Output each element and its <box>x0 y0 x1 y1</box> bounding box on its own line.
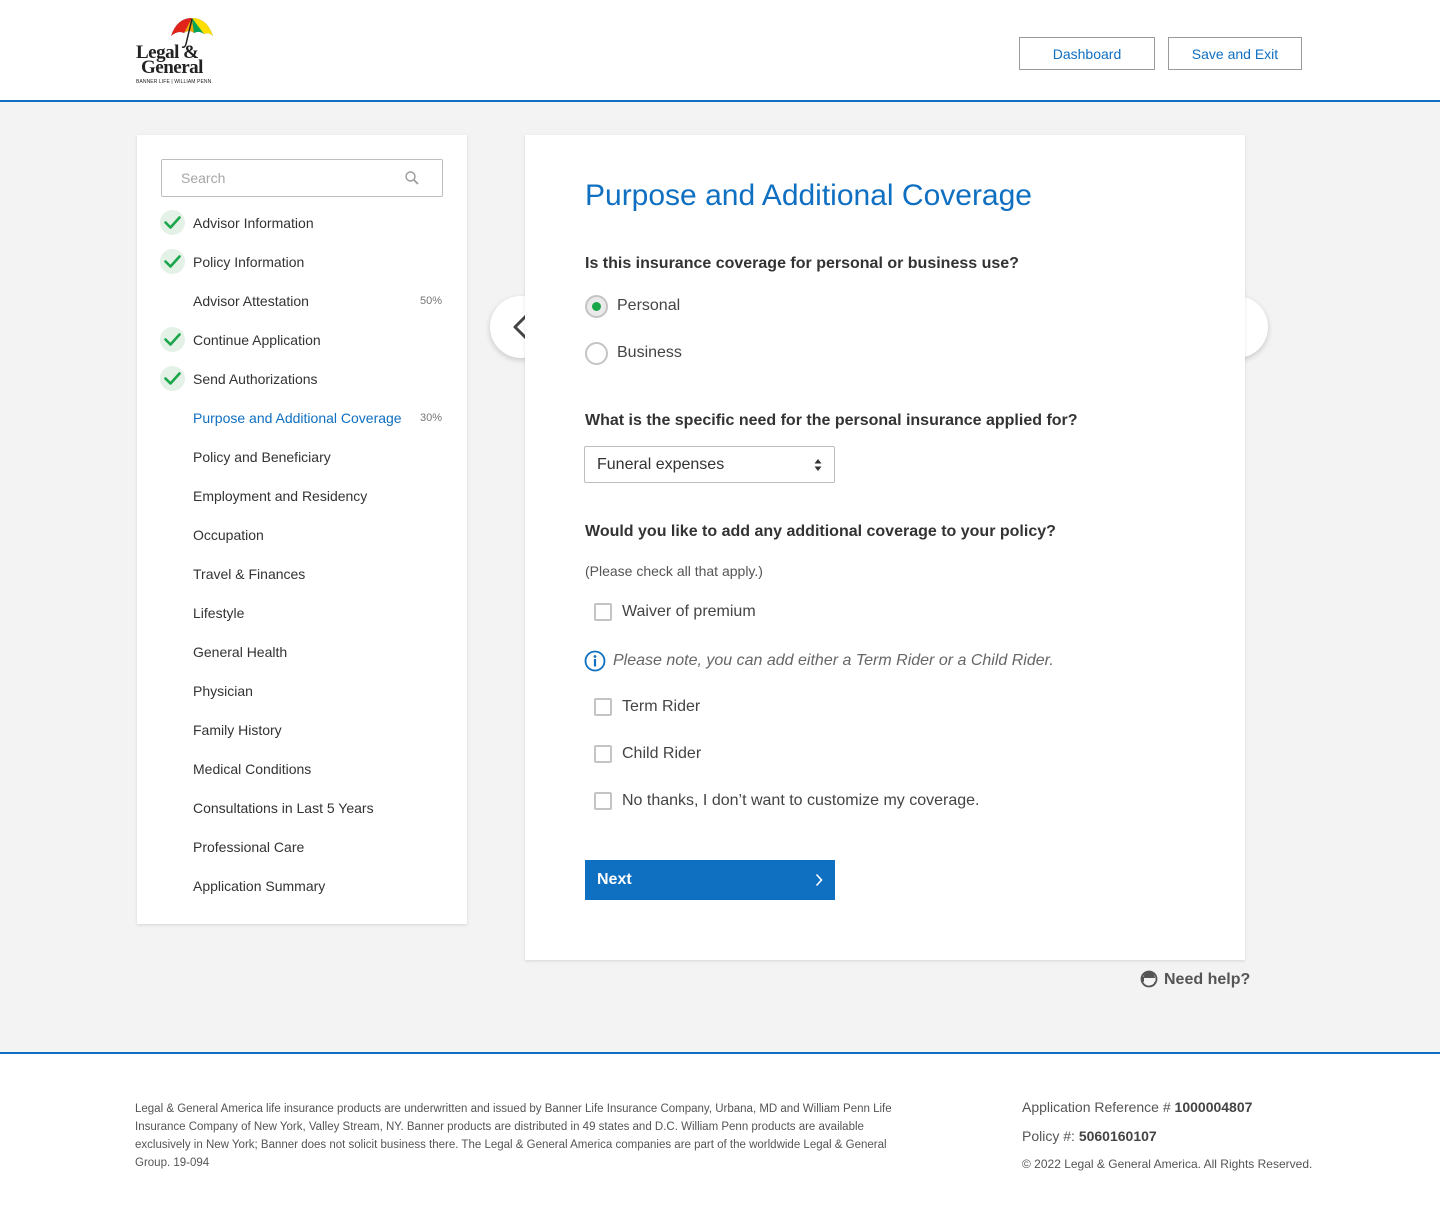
info-icon <box>584 650 606 672</box>
header: Legal & General BANNER LIFE | WILLIAM PE… <box>0 0 1440 102</box>
sidebar-item-label: Purpose and Additional Coverage <box>193 410 402 426</box>
check-all-hint: (Please check all that apply.) <box>585 563 763 579</box>
legal-disclaimer: Legal & General America life insurance p… <box>135 1103 892 1169</box>
sidebar: Advisor Information Policy Information Adv… <box>137 135 467 924</box>
rider-note-text: Please note, you can add either a Term R… <box>613 652 1054 669</box>
check-icon <box>160 210 185 235</box>
sidebar-item-application-summary[interactable]: Application Summary <box>137 871 467 901</box>
sidebar-item-employment-and-residency[interactable]: Employment and Residency <box>137 481 467 511</box>
logo-line-2: General <box>141 57 203 78</box>
sidebar-item-send-authorizations[interactable]: Send Authorizations <box>137 364 467 394</box>
section-progress-percent: 30% <box>419 412 442 424</box>
page-title: Purpose and Additional Coverage <box>585 179 1032 212</box>
select-updown-icon <box>814 459 822 471</box>
section-progress-percent: 50% <box>419 295 442 307</box>
checkbox-waiver-label: Waiver of premium <box>622 603 756 620</box>
form-panel: Purpose and Additional Coverage Is this … <box>525 135 1245 960</box>
sidebar-item-label: Send Authorizations <box>193 371 318 387</box>
footer: Legal & General America life insurance p… <box>0 1052 1440 1214</box>
sidebar-item-label: Application Summary <box>193 878 326 894</box>
sidebar-item-label: Lifestyle <box>193 605 245 621</box>
sidebar-item-label: Travel & Finances <box>193 566 306 582</box>
save-and-exit-button[interactable]: Save and Exit <box>1168 37 1302 70</box>
radio-personal-label: Personal <box>617 297 681 314</box>
search-box <box>161 159 443 197</box>
sidebar-item-consultations-in-last-5-years[interactable]: Consultations in Last 5 Years <box>137 793 467 823</box>
search-input[interactable] <box>162 160 402 196</box>
sidebar-item-label: Occupation <box>193 527 264 543</box>
policy-number-label: Policy #: <box>1022 1128 1075 1144</box>
checkbox-term-rider-box[interactable] <box>594 698 612 716</box>
sidebar-item-continue-application[interactable]: Continue Application <box>137 325 467 355</box>
search-icon[interactable] <box>404 170 420 186</box>
check-icon <box>160 366 185 391</box>
sidebar-item-label: Advisor Information <box>193 215 314 231</box>
sidebar-item-professional-care[interactable]: Professional Care <box>137 832 467 862</box>
checkbox-child-rider-label: Child Rider <box>622 745 702 762</box>
sidebar-item-policy-information[interactable]: Policy Information <box>137 247 467 277</box>
legal-general-logo[interactable]: Legal & General BANNER LIFE | WILLIAM PE… <box>135 16 217 88</box>
copyright: © 2022 Legal & General America. All Righ… <box>1022 1157 1313 1171</box>
application-reference: Application Reference # 1000004807 <box>1022 1099 1252 1115</box>
sidebar-item-label: Professional Care <box>193 839 305 855</box>
sidebar-item-label: General Health <box>193 644 288 660</box>
check-icon <box>160 249 185 274</box>
checkbox-waiver-box[interactable] <box>594 603 612 621</box>
need-select-value: Funeral expenses <box>597 456 725 473</box>
radio-personal-selected[interactable] <box>585 295 608 318</box>
sidebar-item-label: Medical Conditions <box>193 761 312 777</box>
checkbox-child-rider-box[interactable] <box>594 745 612 763</box>
sidebar-item-travel-and-finances[interactable]: Travel & Finances <box>137 559 467 589</box>
need-select[interactable]: Funeral expenses <box>584 446 835 483</box>
radio-business-unselected[interactable] <box>585 342 608 365</box>
sidebar-item-label: Physician <box>193 683 253 699</box>
sidebar-item-label: Employment and Residency <box>193 488 368 504</box>
sidebar-item-label: Policy and Beneficiary <box>193 449 331 465</box>
sidebar-item-label: Policy Information <box>193 254 305 270</box>
chevron-right-icon <box>815 873 823 887</box>
sidebar-item-general-health[interactable]: General Health <box>137 637 467 667</box>
need-help-link[interactable]: Need help? <box>1139 969 1250 991</box>
sidebar-item-medical-conditions[interactable]: Medical Conditions <box>137 754 467 784</box>
sidebar-item-lifestyle[interactable]: Lifestyle <box>137 598 467 628</box>
question-additional-coverage: Would you like to add any additional cov… <box>585 523 1056 540</box>
sidebar-item-label: Continue Application <box>193 332 321 348</box>
policy-number-value: 5060160107 <box>1078 1128 1157 1144</box>
sidebar-item-advisor-attestation[interactable]: Advisor Attestation 50% <box>137 286 467 316</box>
sidebar-item-label: Consultations in Last 5 Years <box>193 800 374 816</box>
logo-tagline: BANNER LIFE | WILLIAM PENN <box>136 79 212 85</box>
check-icon <box>160 327 185 352</box>
checkbox-term-rider-label: Term Rider <box>622 698 701 715</box>
application-reference-label: Application Reference # <box>1022 1099 1171 1115</box>
support-agent-icon <box>1140 970 1158 988</box>
next-button-label: Next <box>597 871 632 888</box>
checkbox-no-thanks-label: No thanks, I don’t want to customize my … <box>622 792 980 809</box>
sidebar-item-policy-and-beneficiary[interactable]: Policy and Beneficiary <box>137 442 467 472</box>
sidebar-item-label: Advisor Attestation <box>193 293 309 309</box>
dashboard-button[interactable]: Dashboard <box>1019 37 1155 70</box>
sidebar-item-family-history[interactable]: Family History <box>137 715 467 745</box>
sidebar-item-physician[interactable]: Physician <box>137 676 467 706</box>
sidebar-item-occupation[interactable]: Occupation <box>137 520 467 550</box>
checkbox-no-thanks-box[interactable] <box>594 792 612 810</box>
rider-note: Please note, you can add either a Term R… <box>584 650 1054 672</box>
sidebar-item-label: Family History <box>193 722 282 738</box>
policy-number: Policy #: 5060160107 <box>1022 1128 1157 1144</box>
need-help-label: Need help? <box>1164 971 1251 988</box>
sidebar-item-purpose-and-additional-coverage[interactable]: Purpose and Additional Coverage 30% <box>137 403 467 433</box>
radio-business-label: Business <box>617 344 682 361</box>
sidebar-item-advisor-information[interactable]: Advisor Information <box>137 208 467 238</box>
application-reference-value: 1000004807 <box>1174 1099 1253 1115</box>
question-usage: Is this insurance coverage for personal … <box>585 255 1019 272</box>
next-button[interactable]: Next <box>585 860 835 900</box>
question-specific-need: What is the specific need for the person… <box>585 412 1078 429</box>
